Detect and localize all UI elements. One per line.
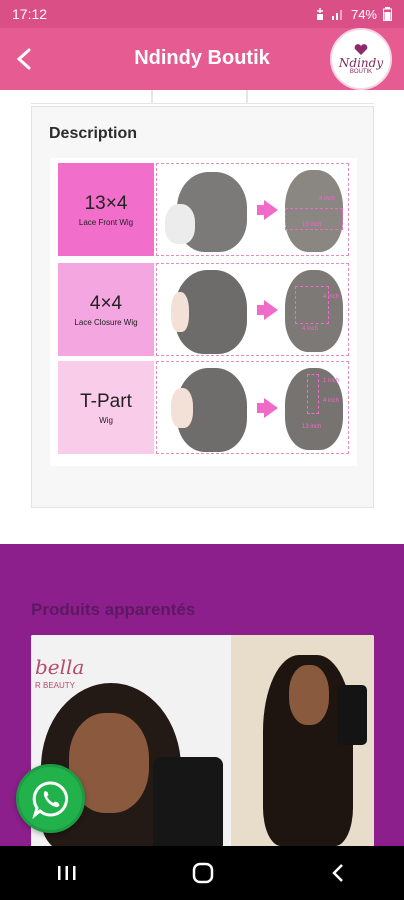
model-face-right — [289, 665, 329, 725]
arrow-icon — [264, 200, 278, 220]
measure-label: 13 inch — [302, 424, 322, 430]
tab-cell — [247, 90, 374, 104]
battery-icon — [383, 7, 392, 21]
measure-label: 4 inch — [323, 398, 340, 404]
wig-type-label: 13×4 Lace Front Wig — [58, 163, 154, 256]
related-products-title: Produits apparentés — [31, 600, 196, 619]
tab-cell — [31, 90, 152, 104]
wig-type-sub: Wig — [99, 415, 113, 425]
status-bar: 17:12 74% — [0, 0, 404, 28]
tab-cell — [152, 90, 247, 104]
app-bar: Ndindy Boutik Ndindy BOUTIK — [0, 28, 404, 90]
measure-label: 4 inch — [319, 196, 336, 202]
logo-text: Ndindy — [338, 55, 384, 70]
status-icons: 74% — [315, 7, 392, 22]
brand-logo[interactable]: Ndindy BOUTIK — [330, 28, 392, 90]
whatsapp-icon — [31, 781, 68, 819]
brand-watermark-sub: R BEAUTY — [35, 681, 76, 690]
tabs-strip — [31, 90, 374, 104]
nav-back-icon[interactable] — [328, 862, 348, 884]
face-area — [171, 388, 193, 428]
alarm-icon — [316, 8, 323, 20]
home-icon[interactable] — [191, 861, 215, 885]
wig-photos: 4 inch 4 inch — [156, 263, 349, 356]
comparison-row: T-Part Wig 1 inch 4 inch 13 inch — [58, 361, 349, 454]
description-title: Description — [49, 125, 138, 142]
wig-type-label: T-Part Wig — [58, 361, 154, 454]
measure-label: 1 inch — [323, 378, 340, 384]
description-card: Description 13×4 Lace Front Wig 4 inch 1… — [31, 106, 374, 508]
battery-percent: 74% — [350, 6, 377, 22]
wig-photos: 1 inch 4 inch 13 inch — [156, 361, 349, 454]
wig-type-label: 4×4 Lace Closure Wig — [58, 263, 154, 356]
lace-area — [165, 204, 195, 244]
lace-box — [295, 286, 329, 324]
system-nav-bar — [0, 846, 404, 900]
signal-icon — [331, 10, 342, 20]
lace-box — [307, 374, 319, 414]
comparison-row: 4×4 Lace Closure Wig 4 inch 4 inch — [58, 263, 349, 356]
wig-type-name: 4×4 — [89, 292, 123, 314]
face-area — [171, 292, 189, 332]
status-time: 17:12 — [12, 6, 48, 22]
wig-type-name: 13×4 — [84, 192, 128, 214]
measure-label: 4 inch — [302, 326, 319, 332]
related-product-image[interactable]: bella R BEAUTY — [31, 635, 374, 846]
whatsapp-button[interactable] — [16, 764, 85, 833]
recents-icon[interactable] — [56, 863, 78, 883]
wig-type-sub: Lace Front Wig — [78, 217, 134, 227]
wig-type-sub: Lace Closure Wig — [74, 317, 138, 327]
page-content[interactable]: Description 13×4 Lace Front Wig 4 inch 1… — [0, 90, 404, 846]
arrow-icon — [264, 300, 278, 320]
phone-in-photo — [337, 685, 367, 745]
measure-label: 4 inch — [323, 294, 340, 300]
wig-comparison-image: 13×4 Lace Front Wig 4 inch 13 inch 4×4 L… — [50, 158, 357, 466]
brand-watermark: bella — [35, 655, 85, 679]
phone-in-photo — [153, 757, 223, 846]
wig-type-name: T-Part — [80, 390, 132, 412]
comparison-row: 13×4 Lace Front Wig 4 inch 13 inch — [58, 163, 349, 256]
heart-logo-icon — [354, 43, 368, 55]
arrow-icon — [264, 398, 278, 418]
measure-label: 13 inch — [302, 222, 322, 228]
wig-photos: 4 inch 13 inch — [156, 163, 349, 256]
